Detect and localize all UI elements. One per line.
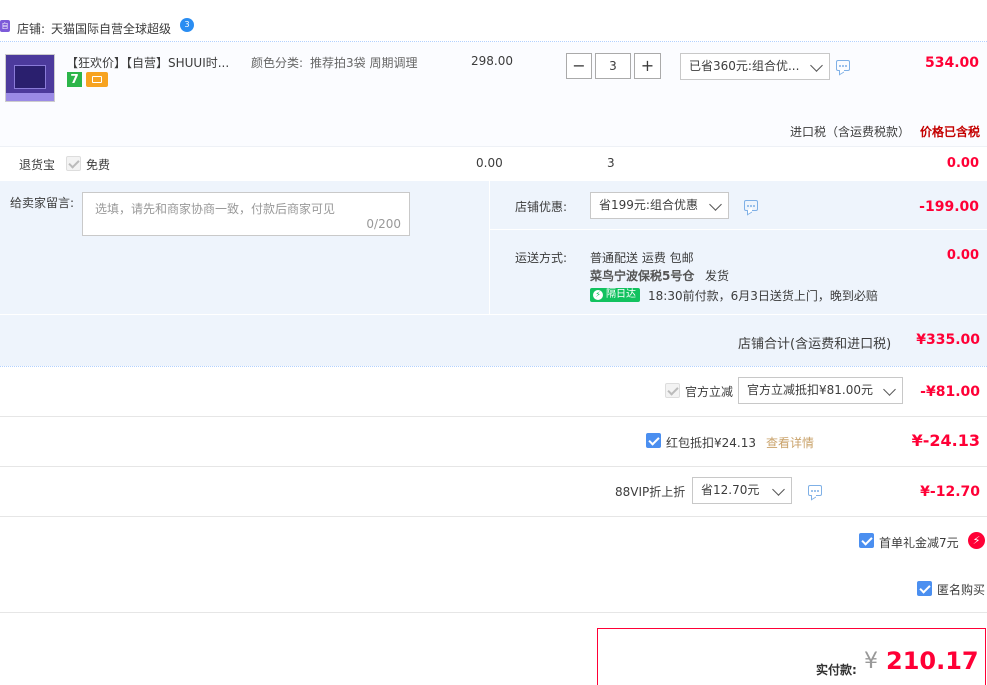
wangwang-icon[interactable]: 3 [180,18,194,32]
message-icon[interactable] [808,485,822,496]
shipping-value: 0.00 [946,248,979,263]
message-icon[interactable] [744,200,758,211]
chevron-down-icon [709,198,722,211]
card-payment-icon [86,72,108,87]
shop-discount-value: -199.00 [919,199,979,215]
product-thumbnail[interactable] [5,54,55,102]
vip-discount-row: 88VIP折上折 省12.70元 ¥-12.70 [0,467,987,516]
official-discount-label: 官方立减 [685,385,734,399]
chevron-down-icon [772,483,785,496]
pay-amount: 210.17 [886,647,979,675]
shop-name[interactable]: 天猫国际自营全球超级 [51,20,171,37]
quantity-minus-button[interactable]: − [566,53,592,79]
shop-discount-select-label: 省199元:组合优惠 [599,198,698,212]
message-textarea[interactable]: 选填，请先和商家协商一致，付款后商家可见 0/200 [82,192,410,236]
return-insurance-total: 0.00 [946,156,979,171]
shipping-method: 普通配送 运费 包邮 [590,251,694,265]
first-order-row: 首单礼金减7元 ⚡ [0,517,987,564]
shop-discount-label: 店铺优惠: [515,200,568,214]
official-discount-value: -¥81.00 [920,384,980,400]
message-icon[interactable] [836,60,850,71]
official-discount-select[interactable]: 官方立减抵扣¥81.00元 [738,377,903,404]
tmall-shop-icon: 自 [0,20,10,32]
return-insurance-checkbox [66,156,81,171]
official-discount-row: 官方立减 官方立减抵扣¥81.00元 -¥81.00 [0,367,987,416]
item-row: 【狂欢价】【自营】SHUUI时... 7 颜色分类: 推荐拍3袋 周期调理 29… [0,42,987,146]
vertical-divider [489,181,490,314]
item-subtotal: 534.00 [924,55,979,71]
return-insurance-label: 退货宝 [19,158,56,172]
red-packet-detail-link[interactable]: 查看详情 [766,434,814,451]
order-options-block: 给卖家留言: 选填，请先和商家协商一致，付款后商家可见 0/200 店铺优惠: … [0,181,987,366]
seven-day-return-icon: 7 [67,72,82,87]
pay-currency: ¥ [864,649,878,674]
first-order-checkbox[interactable] [859,533,874,548]
quantity-plus-button[interactable]: + [634,53,661,79]
message-counter: 0/200 [366,217,401,231]
anonymous-checkbox[interactable] [917,581,932,596]
import-tax-label: 进口税（含运费税款） [790,125,911,139]
unit-price: 298.00 [471,54,513,68]
quantity-input[interactable]: 3 [595,53,631,79]
payment-summary-box: 实付款: ¥ 210.17 [597,628,986,685]
vip-discount-value: ¥-12.70 [920,484,980,500]
vip-discount-select-label: 省12.70元 [701,483,760,497]
red-packet-checkbox[interactable] [646,433,661,448]
message-label: 给卖家留言: [10,196,75,210]
vip-discount-select[interactable]: 省12.70元 [692,477,792,504]
return-insurance-price: 0.00 [476,156,503,170]
divider [490,229,987,230]
next-day-badge: ⚡ 隔日达 [590,288,640,302]
item-promo-select-label: 已省360元:组合优... [689,59,800,73]
return-insurance-qty: 3 [607,156,615,170]
official-discount-checkbox [665,383,680,398]
chevron-down-icon [883,383,896,396]
lightning-icon: ⚡ [593,290,603,300]
red-packet-value: ¥-24.13 [911,431,980,450]
first-order-label: 首单礼金减7元 [879,536,959,550]
shipping-label: 运送方式: [515,251,568,265]
import-tax-value: 价格已含税 [919,125,980,139]
item-promo-select[interactable]: 已省360元:组合优... [680,53,830,80]
red-packet-row: 红包抵扣¥24.13 查看详情 ¥-24.13 [0,417,987,466]
official-discount-select-label: 官方立减抵扣¥81.00元 [747,383,873,397]
red-packet-label: 红包抵扣¥24.13 [666,436,756,450]
sku-value: 推荐拍3袋 周期调理 [310,56,418,70]
pay-label: 实付款: [816,663,857,677]
next-day-badge-label: 隔日达 [606,289,636,300]
chevron-down-icon [810,59,823,72]
message-placeholder: 选填，请先和商家协商一致，付款后商家可见 [95,202,336,216]
shipping-ship: 发货 [705,269,730,283]
return-insurance-row: 退货宝 免费 0.00 3 0.00 [0,147,987,181]
return-insurance-free: 免费 [86,158,111,172]
shop-header: 自 店铺: 天猫国际自营全球超级 3 [0,0,987,42]
anonymous-row: 匿名购买 [0,564,987,612]
sku-label: 颜色分类: [251,56,304,70]
anonymous-label: 匿名购买 [937,583,986,597]
shop-total-value: ¥335.00 [916,332,980,348]
quantity-stepper: − 3 + [566,53,661,79]
divider [0,612,987,613]
shipping-promise: 18:30前付款，6月3日送货上门，晚到必赔 [648,289,878,303]
shop-label: 店铺: [17,22,46,36]
lightning-icon: ⚡ [968,532,985,549]
divider [0,314,987,315]
product-title[interactable]: 【狂欢价】【自营】SHUUI时... [66,54,241,71]
shop-total-label: 店铺合计(含运费和进口税) [738,337,892,352]
shop-discount-select[interactable]: 省199元:组合优惠 [590,192,729,219]
vip-discount-label: 88VIP折上折 [615,485,686,499]
shipping-warehouse: 菜鸟宁波保税5号仓 [590,269,695,283]
